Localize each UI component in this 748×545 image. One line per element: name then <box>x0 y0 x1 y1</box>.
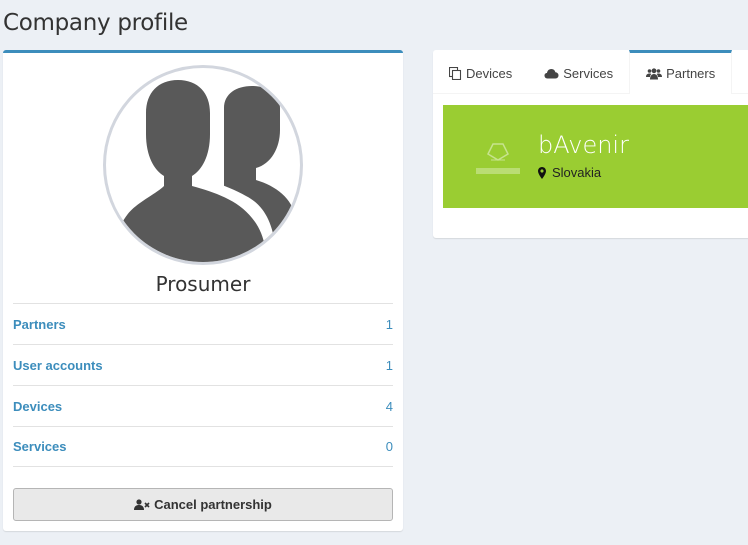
user-times-icon <box>134 498 150 511</box>
profile-stats-list: Partners 1 User accounts 1 Devices 4 Ser… <box>13 303 393 467</box>
stat-value: 4 <box>385 398 393 414</box>
stat-value: 1 <box>385 357 393 373</box>
partner-location: Slovakia <box>538 165 601 180</box>
tab-partners[interactable]: Partners <box>629 50 733 94</box>
partners-tab-panel: Devices Services Partners bAvenir Slovak… <box>433 50 748 238</box>
stat-devices[interactable]: Devices 4 <box>13 385 393 426</box>
stat-services[interactable]: Services 0 <box>13 426 393 467</box>
users-silhouette-icon <box>110 80 296 262</box>
profile-name: Prosumer <box>155 272 251 296</box>
stat-label[interactable]: Devices <box>13 399 62 414</box>
stat-label[interactable]: Services <box>13 439 67 454</box>
stat-label[interactable]: User accounts <box>13 358 103 373</box>
users-icon <box>646 67 663 80</box>
tab-bar: Devices Services Partners <box>433 50 748 94</box>
tab-label: Devices <box>466 66 513 81</box>
page-title: Company profile <box>3 10 188 36</box>
stat-value: 1 <box>385 316 393 332</box>
tab-label: Services <box>563 66 614 81</box>
stat-label[interactable]: Partners <box>13 317 66 332</box>
tab-services[interactable]: Services <box>528 50 629 94</box>
cloud-icon <box>544 68 559 79</box>
cancel-partnership-label: Cancel partnership <box>154 497 272 512</box>
tab-devices[interactable]: Devices <box>433 50 528 94</box>
partner-logo-icon <box>476 143 520 174</box>
tab-label: Partners <box>666 66 716 81</box>
partner-location-label: Slovakia <box>552 165 602 180</box>
company-profile-box: Prosumer Partners 1 User accounts 1 Devi… <box>3 50 403 531</box>
stat-user-accounts[interactable]: User accounts 1 <box>13 344 393 385</box>
stat-partners[interactable]: Partners 1 <box>13 303 393 344</box>
partner-card[interactable]: bAvenir Slovakia <box>443 105 748 208</box>
map-marker-icon <box>538 166 546 179</box>
copy-icon <box>449 67 462 80</box>
cancel-partnership-button[interactable]: Cancel partnership <box>13 488 393 521</box>
partner-name[interactable]: bAvenir <box>538 131 629 159</box>
avatar <box>103 65 303 265</box>
stat-value: 0 <box>385 439 393 454</box>
